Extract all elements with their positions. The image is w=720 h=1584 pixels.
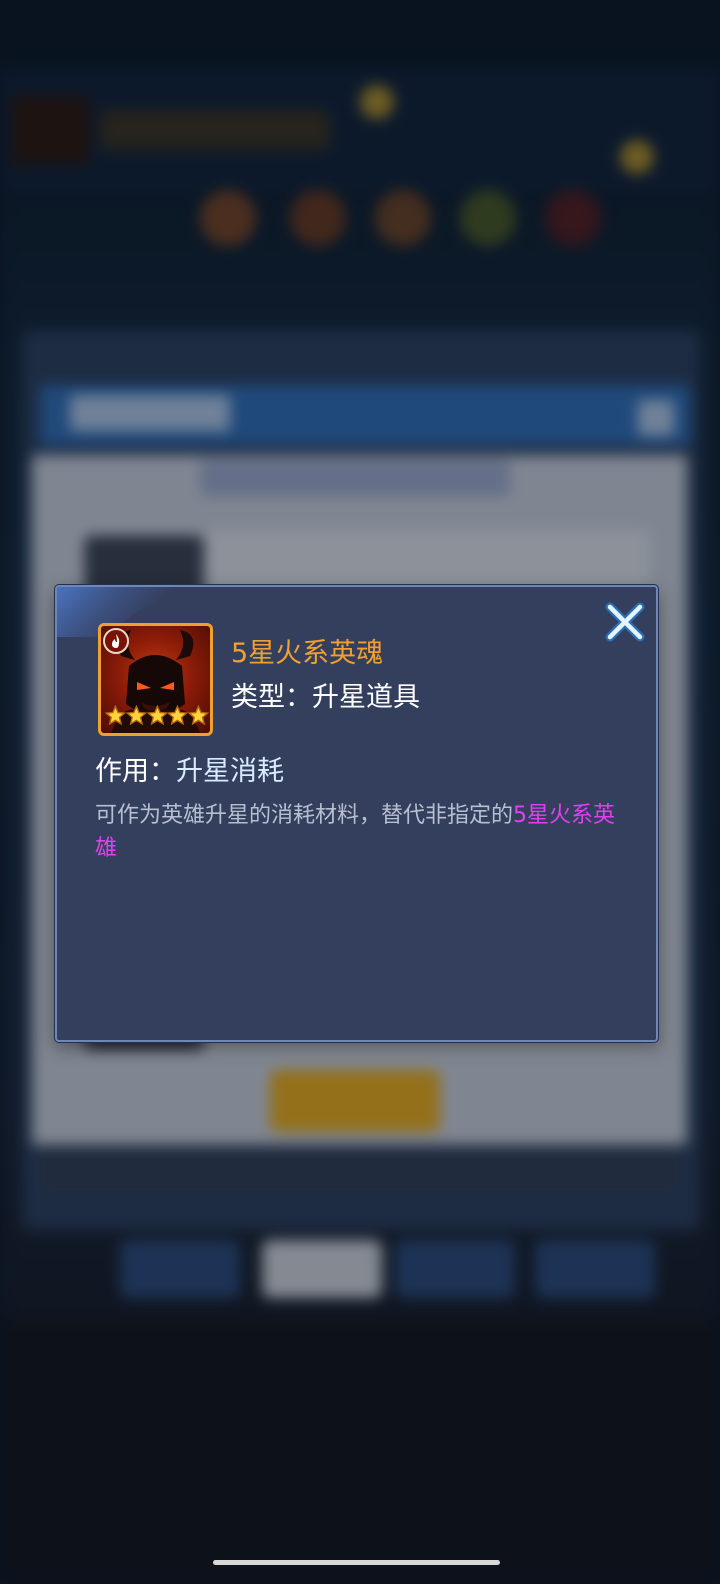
star-rating xyxy=(105,705,209,731)
star-icon xyxy=(188,705,209,726)
close-icon xyxy=(605,602,645,642)
item-description: 可作为英雄升星的消耗材料，替代非指定的5星火系英雄 xyxy=(95,799,635,865)
star-icon xyxy=(105,705,126,726)
item-type-value: 升星道具 xyxy=(312,682,420,713)
fire-element-icon xyxy=(103,628,129,654)
item-portrait xyxy=(98,623,213,736)
item-use: 作用：升星消耗 xyxy=(95,749,284,788)
star-icon xyxy=(146,705,168,726)
item-use-value: 升星消耗 xyxy=(176,756,284,787)
item-description-text: 可作为英雄升星的消耗材料，替代非指定的 xyxy=(95,803,514,828)
item-type-label: 类型： xyxy=(231,682,312,713)
item-name: 5星火系英魂 xyxy=(231,638,384,669)
star-icon xyxy=(125,705,147,726)
close-button[interactable] xyxy=(602,599,648,645)
star-icon xyxy=(167,705,189,726)
item-use-label: 作用： xyxy=(95,756,176,787)
home-indicator[interactable] xyxy=(213,1560,500,1565)
item-type: 类型：升星道具 xyxy=(231,675,420,714)
item-info-dialog: 5星火系英魂 类型：升星道具 作用：升星消耗 可作为英雄升星的消耗材料，替代非指… xyxy=(55,585,658,1042)
